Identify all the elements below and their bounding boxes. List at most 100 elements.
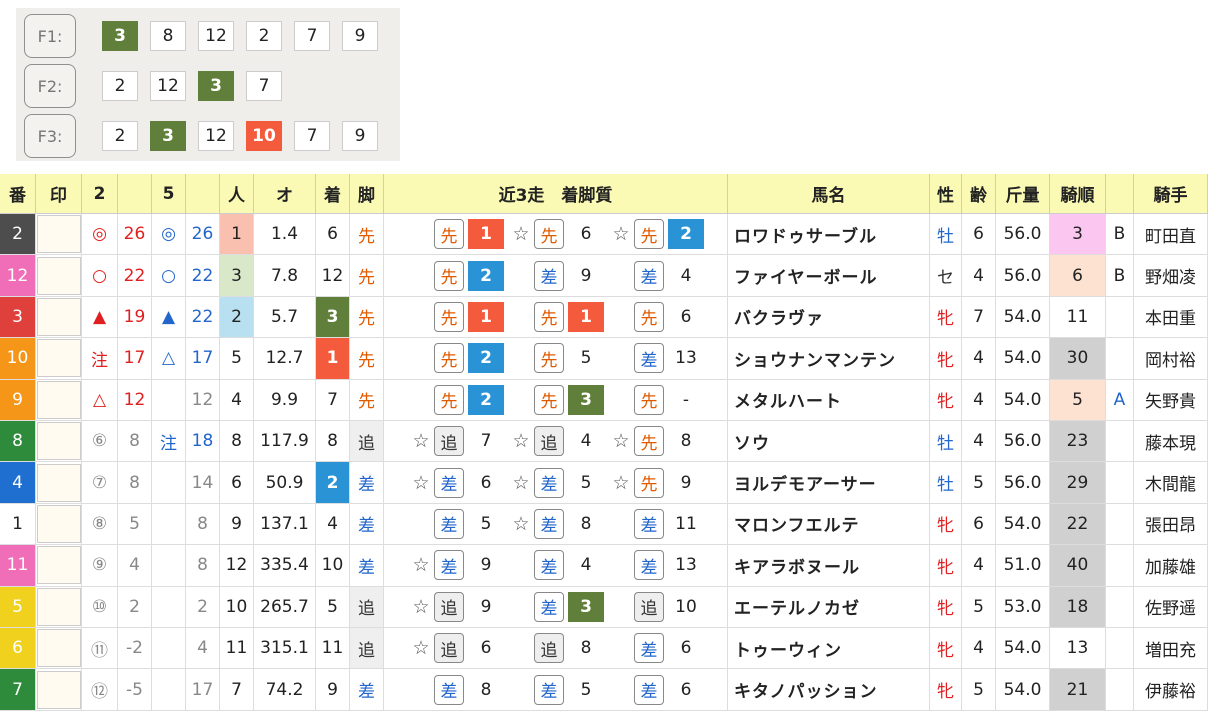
mark-input[interactable] <box>36 463 81 502</box>
jockey[interactable]: 増田充 <box>1134 628 1208 670</box>
mark-input[interactable] <box>36 546 81 585</box>
formation-button[interactable]: F2: <box>24 64 76 108</box>
jockey[interactable]: 町田直 <box>1134 214 1208 256</box>
formation-cell[interactable]: 12 <box>198 121 234 151</box>
recent-leg-badge: 差 <box>434 674 464 705</box>
table-row[interactable]: 9 △ 12 12 4 9.9 7 先先 2 先 3 先 - メタルハート牝 4 54.0 5 A 矢野貴 <box>0 379 1208 421</box>
weight: 54.0 <box>996 628 1050 670</box>
formation-cell[interactable]: 2 <box>246 21 282 51</box>
formation-cell[interactable]: 9 <box>342 121 378 151</box>
recent-race: ☆ 追 6 <box>408 628 504 668</box>
mark-cell[interactable] <box>36 586 82 628</box>
mark-cell[interactable] <box>36 503 82 546</box>
recent-leg-badge: 差 <box>434 508 464 539</box>
table-row[interactable]: 2 ◎ 26 ◎ 26 1 1.4 6 先先 1 ☆ 先 6 ☆ 先 2 ロワドゥサーブル牡 6 56.0 3 B 町田直 <box>0 214 1208 256</box>
mark-input[interactable] <box>36 339 81 378</box>
horse-name[interactable]: ヨルデモアーサー <box>728 462 930 504</box>
mark-cell[interactable] <box>36 214 82 256</box>
jockey[interactable]: 加藤雄 <box>1134 545 1208 587</box>
table-row[interactable]: 7 ⑫ -5 17 7 74.2 9 差差 8 差 5 差 6 キタノパッション牝 5 54.0 21 伊藤裕 <box>0 669 1208 711</box>
popularity: 10 <box>220 586 254 628</box>
table-row[interactable]: 4 ⑦ 8 14 6 50.9 2 差 ☆ 差 6 ☆ 差 5 ☆ 先 9 ヨルデモアーサー牡 5 56.0 29 木間龍 <box>0 462 1208 504</box>
mark-cell[interactable] <box>36 669 82 711</box>
mark-input[interactable] <box>36 670 81 709</box>
horse-name[interactable]: ソウ <box>728 421 930 463</box>
mark-input[interactable] <box>36 215 81 254</box>
table-row[interactable]: 8 ⑥ 8 注 18 8 117.9 8 追 ☆ 追 7 ☆ 追 4 ☆ 先 8 ソウ牡 4 56.0 23 藤本現 <box>0 421 1208 463</box>
formation-cell[interactable]: 2 <box>102 71 138 101</box>
formation-cell[interactable]: 12 <box>150 71 186 101</box>
horse-name[interactable]: マロンフエルテ <box>728 503 930 546</box>
mark-cell[interactable] <box>36 338 82 380</box>
formation-cell[interactable]: 7 <box>246 71 282 101</box>
mark-cell[interactable] <box>36 421 82 463</box>
formation-cell[interactable]: 10 <box>246 121 282 151</box>
table-row[interactable]: 12 ○ 22 ○ 22 3 7.8 12 先先 2 差 9 差 4 ファイヤーボールセ 4 56.0 6 B 野畑凌 <box>0 255 1208 297</box>
jockey[interactable]: 木間龍 <box>1134 462 1208 504</box>
jockey[interactable]: 本田重 <box>1134 296 1208 339</box>
mark-col5 <box>152 545 186 587</box>
mark-input[interactable] <box>36 422 81 461</box>
mark-input[interactable] <box>36 504 81 543</box>
mark-col2: ⑨ <box>82 545 118 587</box>
horse-name[interactable]: キタノパッション <box>728 669 930 711</box>
table-row[interactable]: 10 注 17 △ 17 5 12.7 1 先先 2 先 5 差 13 ショウナンマンテン牝 4 54.0 30 岡… <box>0 338 1208 380</box>
horse-name[interactable]: バクラヴァ <box>728 296 930 339</box>
formation-cell[interactable]: 3 <box>150 121 186 151</box>
mark-cell[interactable] <box>36 628 82 670</box>
recent-races: ☆ 差 9 差 4 差 13 <box>384 545 728 587</box>
jockey[interactable]: 岡村裕 <box>1134 338 1208 380</box>
formation-cell[interactable]: 2 <box>102 121 138 151</box>
mark-input[interactable] <box>36 256 81 295</box>
formation-cell[interactable]: 8 <box>150 21 186 51</box>
horse-name[interactable]: ロワドゥサーブル <box>728 214 930 256</box>
mark-cell[interactable] <box>36 296 82 339</box>
odds: 315.1 <box>254 628 316 670</box>
mark-input[interactable] <box>36 297 81 336</box>
weight: 56.0 <box>996 214 1050 256</box>
table-row[interactable]: 1 ⑧ 5 8 9 137.1 4 差差 5 ☆ 差 8 差 11 マロンフエルテ牝 6 54.0 22 張田昂 <box>0 503 1208 546</box>
formation-cell[interactable]: 9 <box>342 21 378 51</box>
jockey[interactable]: 伊藤裕 <box>1134 669 1208 711</box>
recent-leg-badge: 差 <box>434 550 464 581</box>
popularity: 3 <box>220 255 254 297</box>
recent-leg-badge: 差 <box>634 550 664 581</box>
jockey[interactable]: 野畑凌 <box>1134 255 1208 297</box>
mark-cell[interactable] <box>36 545 82 587</box>
formation-cell[interactable]: 7 <box>294 21 330 51</box>
mark-cell[interactable] <box>36 255 82 297</box>
horse-name[interactable]: メタルハート <box>728 379 930 421</box>
horse-name[interactable]: ファイヤーボール <box>728 255 930 297</box>
mark-input[interactable] <box>36 587 81 626</box>
formation-cell[interactable]: 12 <box>198 21 234 51</box>
horse-name[interactable]: キアラボヌール <box>728 545 930 587</box>
mark-cell[interactable] <box>36 462 82 504</box>
table-row[interactable]: 5 ⑩ 2 2 10 265.7 5 追 ☆ 追 9 差 3 追 10 エーテルノカゼ牝 5 53.0 18 佐野遥 <box>0 586 1208 628</box>
recent-position: 4 <box>680 265 692 286</box>
star-icon: ☆ <box>612 430 630 453</box>
recent-race: 差 11 <box>608 504 704 544</box>
jockey[interactable]: 張田昂 <box>1134 503 1208 546</box>
value-col5: 18 <box>186 421 220 463</box>
horse-name[interactable]: エーテルノカゼ <box>728 586 930 628</box>
mark-input[interactable] <box>36 380 81 419</box>
table-row[interactable]: 11 ⑨ 4 8 12 335.4 10 差 ☆ 差 9 差 4 差 13 キアラボヌール牝 4 51.0 40 加藤… <box>0 545 1208 587</box>
table-row[interactable]: 3 ▲ 19 ▲ 22 2 5.7 3 先先 1 先 1 先 6 バクラヴァ牝 7 54.0 11 本田重 <box>0 296 1208 339</box>
formation-button[interactable]: F3: <box>24 114 76 158</box>
horse-name[interactable]: トゥーウィン <box>728 628 930 670</box>
horse-number: 4 <box>0 462 36 504</box>
formation-button[interactable]: F1: <box>24 14 76 58</box>
recent-races: 先2差9差4 <box>384 255 728 297</box>
horse-name[interactable]: ショウナンマンテン <box>728 338 930 380</box>
mark-cell[interactable] <box>36 379 82 421</box>
formation-cell[interactable]: 7 <box>294 121 330 151</box>
recent-race: 差8 <box>408 669 504 709</box>
recent-leg-badge: 差 <box>534 467 564 498</box>
formation-cell[interactable]: 3 <box>198 71 234 101</box>
jockey[interactable]: 藤本現 <box>1134 421 1208 463</box>
formation-cell[interactable]: 3 <box>102 21 138 51</box>
mark-input[interactable] <box>36 629 81 668</box>
jockey[interactable]: 佐野遥 <box>1134 586 1208 628</box>
table-row[interactable]: 6 ⑪ -2 4 11 315.1 11 追 ☆ 追 6 追 8 差 6 トゥーウィン牝 4 54.0 13 増田充 <box>0 628 1208 670</box>
jockey[interactable]: 矢野貴 <box>1134 379 1208 421</box>
